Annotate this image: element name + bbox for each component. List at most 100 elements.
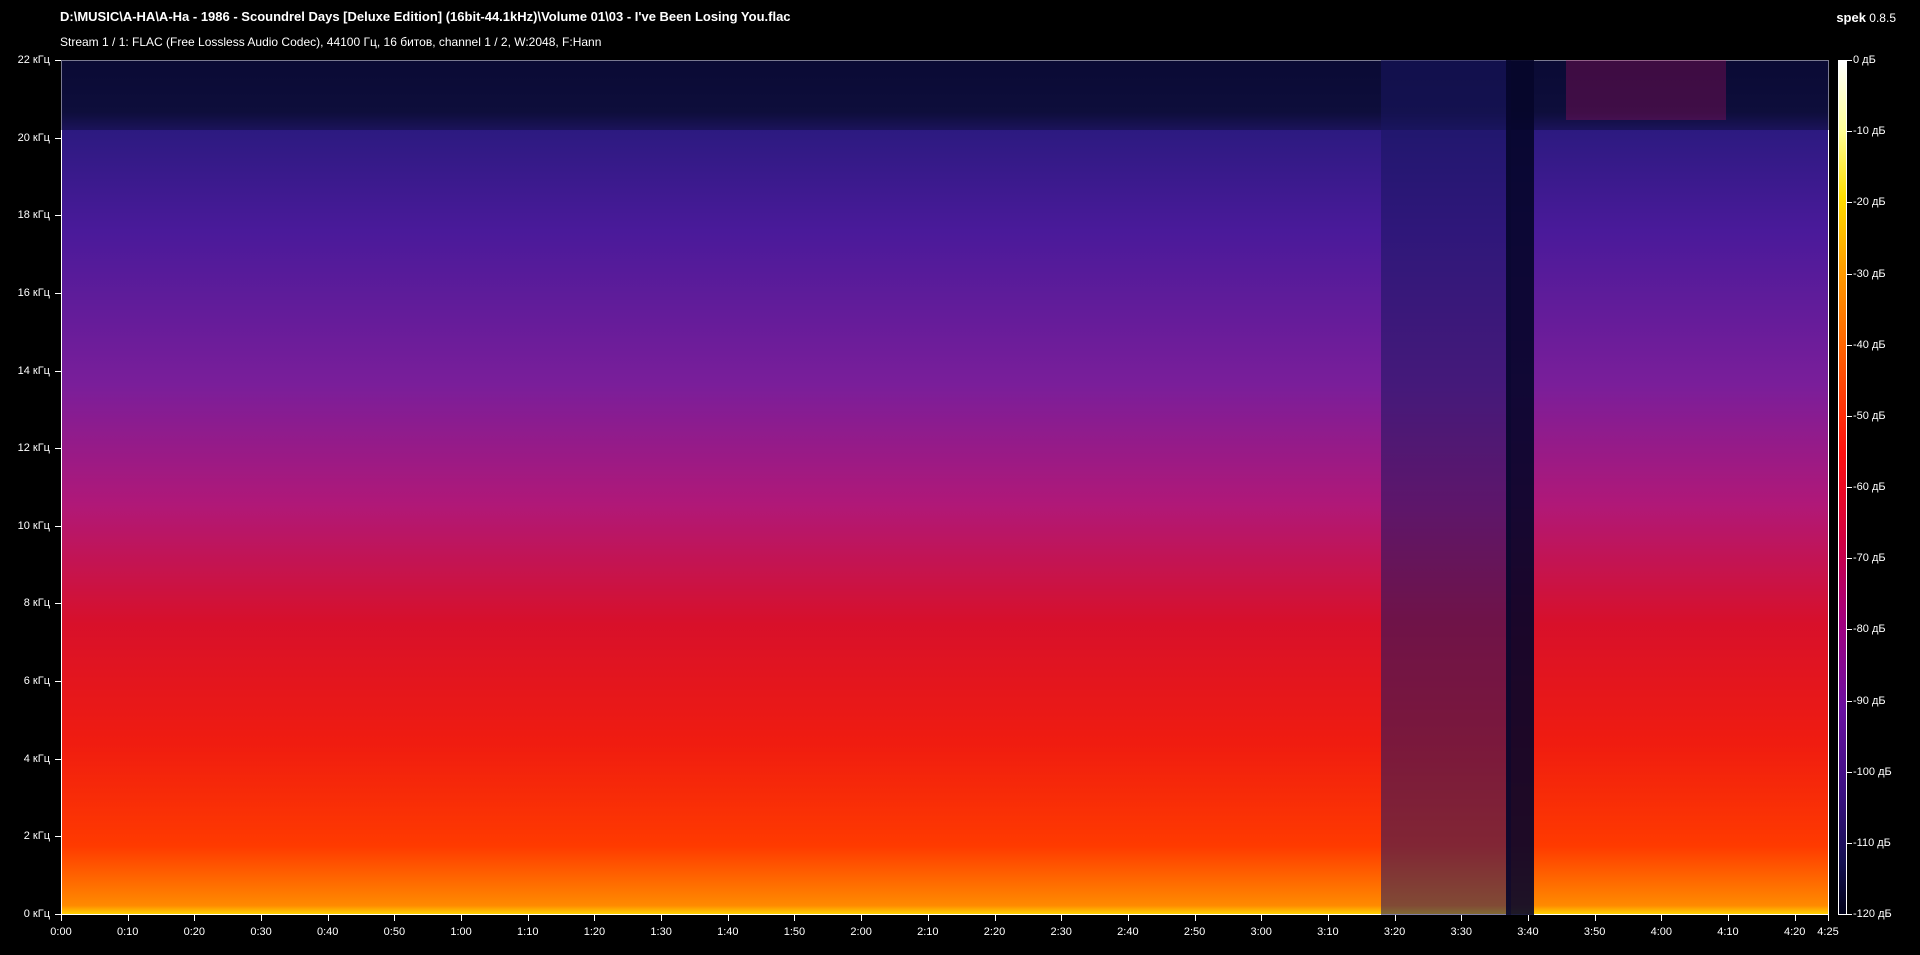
db-tick-label: -30 дБ [1853,267,1886,280]
time-tick-label: 1:50 [783,926,806,938]
frequency-tick-label: 2 кГц [23,830,50,843]
frequency-tick [55,603,61,605]
frequency-tick-label: 22 кГц [17,54,50,66]
time-tick [794,915,796,921]
time-tick [1261,915,1263,921]
time-tick-label: 0:10 [116,926,139,938]
frequency-tick [55,60,61,61]
time-tick-label: 0:20 [183,926,206,938]
frequency-tick [55,758,61,760]
frequency-tick [55,370,61,372]
time-tick [1594,915,1596,921]
time-tick-label: 3:00 [1250,926,1272,938]
db-tick [1847,202,1852,204]
time-tick [994,915,996,921]
time-tick-label: 3:30 [1450,926,1472,938]
db-tick-label: -100 дБ [1853,765,1892,778]
db-tick [1847,273,1852,275]
db-tick-label: -40 дБ [1853,338,1886,351]
db-tick [1847,914,1852,915]
db-colorbar [1838,60,1847,915]
app-brand: spek 0.8.5 [1836,10,1896,25]
time-tick-label: 0:40 [316,926,339,938]
time-tick [1327,915,1329,921]
frequency-tick [55,448,61,450]
frequency-tick-label: 20 кГц [17,131,50,144]
time-tick [1127,915,1129,921]
time-tick-label: 1:40 [717,926,739,938]
db-tick [1847,629,1852,631]
db-tick [1847,131,1852,133]
frequency-tick-label: 12 кГц [17,442,50,455]
time-tick [594,915,596,921]
frequency-tick-label: 0 кГц [23,908,50,920]
time-tick-label: 1:30 [650,926,672,938]
time-tick [1461,915,1463,921]
spectrogram-texture [61,60,1829,915]
db-tick-label: -90 дБ [1853,694,1886,707]
time-tick-label: 1:20 [583,926,606,938]
frequency-tick-label: 6 кГц [23,675,50,688]
time-tick-label: 0:00 [50,926,72,938]
time-tick-label: 4:25 [1817,926,1839,938]
frequency-tick-label: 14 кГц [17,364,50,377]
time-tick-label: 3:40 [1517,926,1539,938]
time-tick [861,915,863,921]
stream-info: Stream 1 / 1: FLAC (Free Lossless Audio … [60,35,602,49]
frequency-tick-label: 18 кГц [17,209,50,222]
time-tick [1194,915,1196,921]
time-tick [461,915,463,921]
db-tick-label: -70 дБ [1853,552,1886,565]
time-tick [1828,915,1829,921]
time-tick [1727,915,1729,921]
db-tick-label: 0 дБ [1853,54,1876,66]
time-tick-label: 3:20 [1383,926,1406,938]
time-tick-label: 2:30 [1050,926,1072,938]
db-tick [1847,60,1852,61]
time-tick-label: 4:10 [1717,926,1739,938]
frequency-tick [55,836,61,838]
time-tick [661,915,663,921]
app-name: spek [1836,10,1866,25]
frequency-tick-label: 8 кГц [23,597,50,610]
db-tick-label: -80 дБ [1853,623,1886,636]
time-tick-label: 2:20 [983,926,1006,938]
db-tick [1847,487,1852,488]
frequency-tick [55,137,61,139]
frequency-tick [55,215,61,217]
time-tick [127,915,129,921]
time-tick [194,915,196,921]
time-tick [727,915,729,921]
db-tick [1847,842,1852,844]
time-tick [1527,915,1529,921]
frequency-tick [55,525,61,527]
db-tick [1847,558,1852,560]
time-tick-label: 1:10 [517,926,539,938]
frequency-tick-label: 10 кГц [17,519,50,532]
time-tick-label: 3:50 [1583,926,1606,938]
db-tick-label: -110 дБ [1853,836,1891,849]
frequency-tick [55,292,61,294]
db-tick-label: -60 дБ [1853,481,1886,493]
time-tick-label: 4:00 [1650,926,1673,938]
time-tick [527,915,529,921]
db-tick-label: -50 дБ [1853,409,1886,422]
time-tick [394,915,396,921]
time-tick-label: 0:30 [250,926,272,938]
time-tick-label: 2:00 [850,926,872,938]
db-tick-label: -120 дБ [1853,908,1892,920]
app-version: 0.8.5 [1869,11,1896,25]
db-tick [1847,700,1852,702]
db-tick [1847,415,1852,417]
time-tick [61,915,62,921]
time-tick-label: 0:50 [383,926,406,938]
db-tick [1847,771,1852,773]
db-tick [1847,344,1852,346]
time-tick [1661,915,1663,921]
frequency-tick [55,681,61,683]
time-tick [261,915,263,921]
db-tick-label: -10 дБ [1853,125,1886,138]
time-tick-label: 2:50 [1183,926,1206,938]
frequency-tick-label: 4 кГц [23,752,50,765]
time-tick [327,915,329,921]
